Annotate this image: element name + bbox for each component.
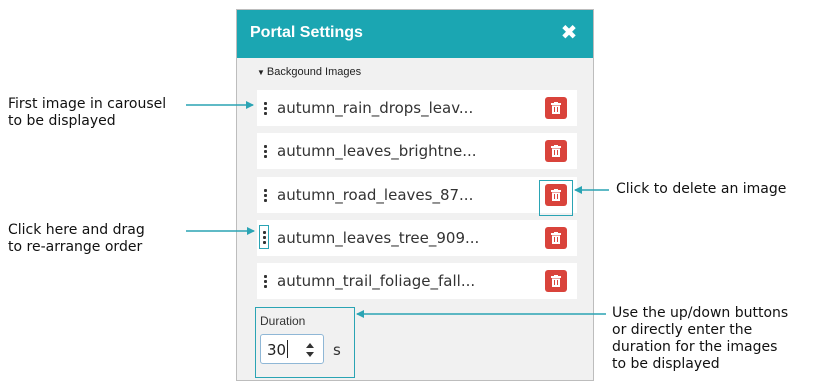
- image-row: autumn_leaves_tree_909...: [257, 220, 577, 256]
- image-row: autumn_trail_foliage_fall...: [257, 263, 577, 299]
- text-cursor: [287, 340, 288, 358]
- delete-highlight: [539, 180, 573, 216]
- annotation-line: or directly enter the: [612, 322, 753, 338]
- trash-icon: [551, 102, 561, 114]
- drag-handle-icon[interactable]: [261, 270, 269, 292]
- panel-header: Portal Settings ✖: [237, 10, 593, 58]
- image-name: autumn_trail_foliage_fall...: [277, 272, 476, 290]
- duration-group: Duration 30 s: [255, 307, 355, 378]
- delete-button[interactable]: [545, 270, 567, 292]
- duration-value: 30: [267, 341, 287, 359]
- image-name: autumn_road_leaves_87...: [277, 186, 474, 204]
- duration-label: Duration: [260, 314, 306, 328]
- trash-icon: [551, 275, 561, 287]
- background-images-toggle[interactable]: ▼ Backgound Images: [257, 66, 361, 78]
- annotation-line: to re-arrange order: [8, 239, 143, 255]
- image-row: autumn_road_leaves_87...: [257, 177, 577, 213]
- image-name: autumn_leaves_brightne...: [277, 142, 477, 160]
- annotation-delete: Click to delete an image: [616, 181, 786, 198]
- delete-button[interactable]: [545, 97, 567, 119]
- drag-handle-icon[interactable]: [259, 225, 269, 249]
- image-name: autumn_leaves_tree_909...: [277, 229, 480, 247]
- annotation-line: Click to delete an image: [616, 181, 787, 197]
- annotation-line: Use the up/down buttons: [612, 305, 789, 321]
- annotation-line: to be displayed: [8, 113, 116, 129]
- trash-icon: [551, 232, 561, 244]
- annotation-line: to be displayed: [612, 356, 720, 372]
- panel-title: Portal Settings: [250, 24, 363, 41]
- delete-button[interactable]: [545, 227, 567, 249]
- delete-button[interactable]: [545, 140, 567, 162]
- drag-handle-icon[interactable]: [261, 140, 269, 162]
- annotation-drag: Click here and drag to re-arrange order: [8, 222, 145, 256]
- image-row: autumn_leaves_brightne...: [257, 133, 577, 169]
- image-name: autumn_rain_drops_leav...: [277, 99, 474, 117]
- trash-icon: [551, 145, 561, 157]
- stepper-arrows-icon[interactable]: [305, 341, 315, 359]
- caret-down-icon: ▼: [257, 68, 265, 77]
- drag-handle-icon[interactable]: [261, 97, 269, 119]
- image-row: autumn_rain_drops_leav...: [257, 90, 577, 126]
- close-icon[interactable]: ✖: [559, 22, 579, 42]
- annotation-duration: Use the up/down buttons or directly ente…: [612, 305, 788, 373]
- section-label: Backgound Images: [266, 66, 362, 78]
- duration-input[interactable]: 30: [260, 334, 324, 364]
- annotation-line: duration for the images: [612, 339, 778, 355]
- duration-unit: s: [333, 341, 341, 359]
- annotation-line: First image in carousel: [8, 96, 167, 112]
- portal-settings-panel: Portal Settings ✖ ▼ Backgound Images autu…: [236, 9, 594, 381]
- annotation-line: Click here and drag: [8, 222, 145, 238]
- drag-handle-icon[interactable]: [261, 184, 269, 206]
- annotation-first-image: First image in carousel to be displayed: [8, 96, 166, 130]
